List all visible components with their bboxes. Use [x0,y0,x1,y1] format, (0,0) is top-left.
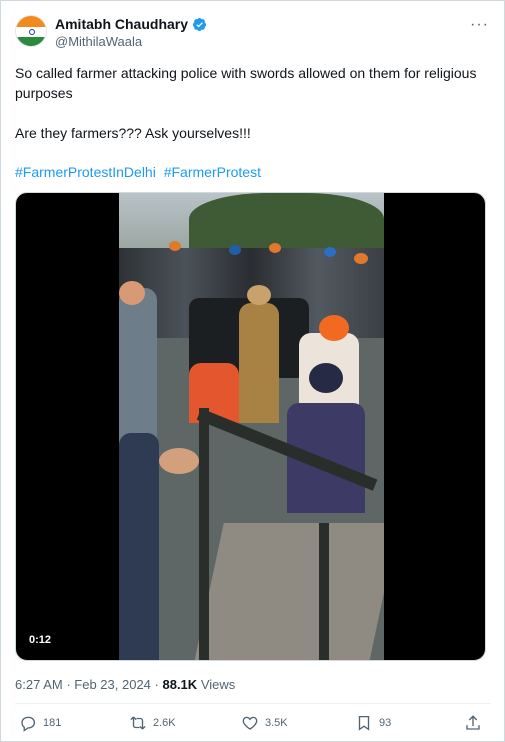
repost-icon [130,716,146,730]
reply-button[interactable]: 181 [19,714,61,732]
share-icon [466,715,480,730]
tweet-time[interactable]: 6:27 AM [15,677,63,692]
reply-icon [21,716,36,732]
tweet-card: Amitabh Chaudhary @MithilaWaala ··· So c… [0,0,505,742]
bookmark-icon [358,715,370,731]
action-bar: 181 2.6K 3.5K 93 [15,714,491,738]
bookmark-count: 93 [379,717,392,729]
hashtag-link[interactable]: #FarmerProtest [164,164,261,180]
flag-chakra-icon [29,29,35,35]
video-duration-badge: 0:12 [24,632,57,648]
verified-badge-icon [192,17,207,32]
repost-button[interactable]: 2.6K [129,714,176,732]
user-handle[interactable]: @MithilaWaala [55,34,142,50]
like-button[interactable]: 3.5K [241,714,288,732]
heart-icon [242,716,258,730]
reply-count: 181 [43,717,62,729]
video-frame [119,193,384,660]
tweet-text: So called farmer attacking police with s… [15,63,485,143]
avatar[interactable] [15,15,47,47]
tweet-text-line-1: So called farmer attacking police with s… [15,65,477,101]
video-player[interactable]: 0:12 [15,192,486,661]
tweet-text-line-2: Are they farmers??? Ask yourselves!!! [15,125,251,141]
flag-saffron-band [16,16,46,27]
hashtags: #FarmerProtestInDelhi #FarmerProtest [15,162,265,182]
bookmark-button[interactable]: 93 [355,714,391,732]
views-label: Views [200,677,236,692]
flag-green-band [16,37,46,46]
hashtag-link[interactable]: #FarmerProtestInDelhi [15,164,156,180]
repost-count: 2.6K [153,717,176,729]
share-button[interactable] [464,714,488,732]
more-options-icon[interactable]: ··· [470,17,489,33]
tweet-date[interactable]: Feb 23, 2024 [74,677,151,692]
name-row: Amitabh Chaudhary [55,16,207,33]
views-count: 88.1K [162,677,198,692]
tweet-header: Amitabh Chaudhary @MithilaWaala ··· [15,15,491,55]
like-count: 3.5K [265,717,288,729]
display-name[interactable]: Amitabh Chaudhary [55,16,188,33]
tweet-meta: 6:27 AM · Feb 23, 2024 · 88.1K Views [15,677,236,692]
divider [15,703,491,704]
